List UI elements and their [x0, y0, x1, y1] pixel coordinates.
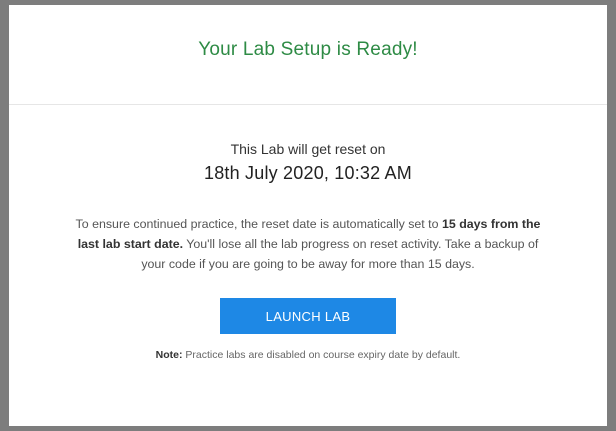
note-label: Note:	[155, 349, 183, 361]
expiry-note: Note: Practice labs are disabled on cour…	[9, 349, 607, 361]
launch-lab-button[interactable]: LAUNCH LAB	[220, 298, 396, 334]
note-text: Practice labs are disabled on course exp…	[182, 349, 461, 361]
reset-info-text: To ensure continued practice, the reset …	[73, 214, 543, 274]
modal-title: Your Lab Setup is Ready!	[198, 38, 418, 60]
lab-ready-modal: Your Lab Setup is Ready! This Lab will g…	[9, 5, 607, 426]
reset-label: This Lab will get reset on	[230, 141, 386, 157]
reset-date: 18th July 2020, 10:32 AM	[204, 163, 412, 183]
info-text-part2: You'll lose all the lab progress on rese…	[141, 237, 539, 271]
info-text-part1: To ensure continued practice, the reset …	[75, 217, 442, 231]
modal-header: Your Lab Setup is Ready!	[9, 5, 607, 105]
